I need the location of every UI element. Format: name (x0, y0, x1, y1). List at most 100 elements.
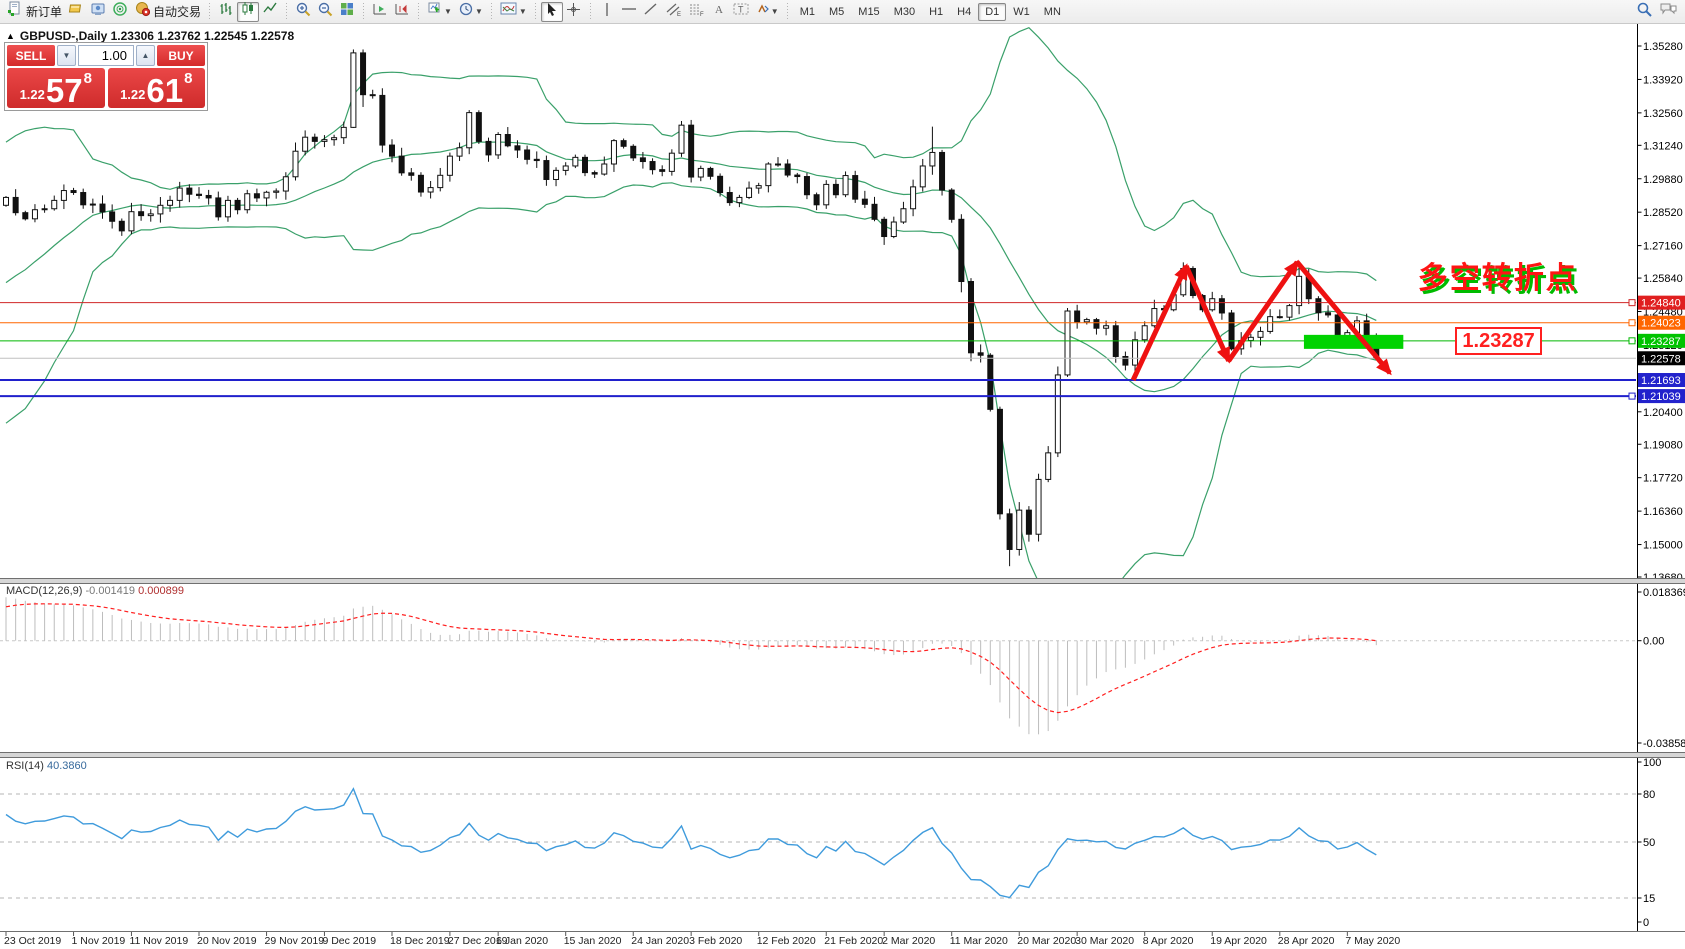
timeframe-button-m5[interactable]: M5 (822, 3, 851, 21)
new-order-button[interactable]: 新订单 (4, 2, 65, 22)
rsi-panel (0, 789, 1636, 898)
crosshair-button[interactable] (563, 2, 585, 22)
chart-shift-button[interactable] (391, 2, 413, 22)
timeframe-button-h4[interactable]: H4 (950, 3, 978, 21)
candlestick (1065, 311, 1070, 375)
candlestick (1268, 317, 1273, 332)
one-click-trading-panel: SELL ▼ 1.00 ▲ BUY 1.22 57 8 1.22 61 8 (4, 42, 208, 111)
macd-main-value: -0.001419 (85, 585, 135, 597)
chat-icon (1659, 1, 1678, 22)
bar-chart-button[interactable] (215, 2, 237, 22)
candlestick (254, 194, 259, 198)
search-button[interactable] (1633, 2, 1656, 22)
line-drag-handle[interactable] (1629, 393, 1635, 399)
rsi-axis-label: 15 (1643, 893, 1655, 905)
candlestick-chart-button[interactable] (237, 2, 259, 22)
vertical-line-button[interactable] (596, 2, 618, 22)
arrows-button[interactable]: ▼ (752, 2, 782, 22)
zoom-in-button[interactable] (292, 2, 314, 22)
candlestick (814, 195, 819, 205)
tile-windows-button[interactable] (336, 2, 358, 22)
auto-scroll-button[interactable] (369, 2, 391, 22)
candlestick (949, 190, 954, 219)
line-drag-handle[interactable] (1629, 300, 1635, 306)
candlestick (341, 127, 346, 137)
timeframe-button-m15[interactable]: M15 (851, 3, 886, 21)
candlestick (959, 219, 964, 281)
chart-periods-button[interactable]: ▼ (455, 2, 486, 22)
price-tick-label: 1.35280 (1643, 41, 1683, 53)
price-tag-annotation[interactable]: 1.23287 (1455, 327, 1541, 355)
candlestick (476, 113, 481, 142)
timeframe-button-m30[interactable]: M30 (887, 3, 922, 21)
price-tick-label: 1.19080 (1643, 439, 1683, 451)
buy-price-button[interactable]: 1.22 61 8 (108, 68, 206, 108)
collapse-icon[interactable]: ▲ (6, 31, 15, 41)
toolbar-grip (207, 3, 212, 21)
buy-button[interactable]: BUY (157, 45, 205, 66)
date-tick-label: 21 Feb 2020 (824, 935, 883, 947)
price-tick-label: 1.15000 (1643, 540, 1683, 552)
candlestick (1036, 479, 1041, 534)
candlestick-chart-icon (240, 1, 256, 22)
timeframe-button-w1[interactable]: W1 (1006, 3, 1037, 21)
candlestick (235, 200, 240, 209)
fibonacci-button[interactable]: F (685, 2, 708, 22)
timeframe-button-m1[interactable]: M1 (793, 3, 822, 21)
svg-text:1.24840: 1.24840 (1641, 298, 1681, 310)
trend-arrow-annotation[interactable] (1297, 262, 1390, 373)
line-drag-handle[interactable] (1629, 338, 1635, 344)
volume-increase-button[interactable]: ▲ (136, 45, 155, 66)
candlestick (515, 146, 520, 150)
timeframe-button-h1[interactable]: H1 (922, 3, 950, 21)
candlestick (698, 168, 703, 177)
timeframe-button-mn[interactable]: MN (1037, 3, 1068, 21)
autotrading-button[interactable]: 自动交易 (131, 2, 204, 22)
text-icon: A (712, 2, 726, 21)
zoom-out-button[interactable] (314, 2, 336, 22)
equidistant-channel-button[interactable]: E (662, 2, 685, 22)
autotrading-icon (134, 1, 150, 22)
text-label-button[interactable]: T (730, 2, 752, 22)
date-tick-label: 12 Feb 2020 (757, 935, 816, 947)
new-order-icon (7, 1, 23, 22)
candlestick (158, 205, 163, 214)
candlestick (824, 184, 829, 204)
alerts-button[interactable] (109, 2, 131, 22)
candlestick (1026, 510, 1031, 534)
text-button[interactable]: A (708, 2, 730, 22)
terminal-button[interactable] (87, 2, 109, 22)
trendline-button[interactable] (640, 2, 662, 22)
equidistant-channel-icon: E (665, 2, 682, 22)
chart-canvas[interactable]: 1.352801.339201.325601.312401.298801.285… (0, 0, 1685, 949)
line-drag-handle[interactable] (1629, 320, 1635, 326)
volume-input[interactable]: 1.00 (78, 45, 134, 66)
buy-price-main: 61 (146, 76, 183, 106)
candlestick (997, 409, 1002, 513)
candlestick (1287, 306, 1292, 318)
new-chart-button[interactable]: ▼ (424, 2, 455, 22)
candlestick (727, 193, 732, 203)
green-box-annotation[interactable] (1304, 335, 1403, 349)
dropdown-caret-icon: ▼ (771, 7, 779, 16)
cursor-icon (545, 2, 559, 22)
chat-button[interactable] (1656, 2, 1681, 22)
sell-price-button[interactable]: 1.22 57 8 (7, 68, 105, 108)
price-axis: 1.352801.339201.325601.312401.298801.285… (1629, 24, 1685, 931)
horizontal-line-button[interactable] (618, 2, 640, 22)
cursor-button[interactable] (541, 2, 563, 22)
line-chart-button[interactable] (259, 2, 281, 22)
candlestick (891, 222, 896, 237)
timeframe-button-d1[interactable]: D1 (978, 3, 1006, 21)
metaeditor-button[interactable] (65, 2, 87, 22)
turning-point-annotation[interactable]: 多空转折点 (1418, 253, 1578, 297)
candlestick (457, 148, 462, 156)
volume-decrease-button[interactable]: ▼ (57, 45, 76, 66)
indicators-button[interactable]: ▼ (497, 2, 530, 22)
price-tick-label: 1.29880 (1643, 174, 1683, 186)
candlestick (428, 188, 433, 192)
auto-scroll-icon (372, 1, 388, 22)
sell-button[interactable]: SELL (7, 45, 55, 66)
chart-title-bar: ▲ GBPUSD-,Daily 1.23306 1.23762 1.22545 … (6, 29, 294, 43)
price-tick-label: 1.31240 (1643, 140, 1683, 152)
